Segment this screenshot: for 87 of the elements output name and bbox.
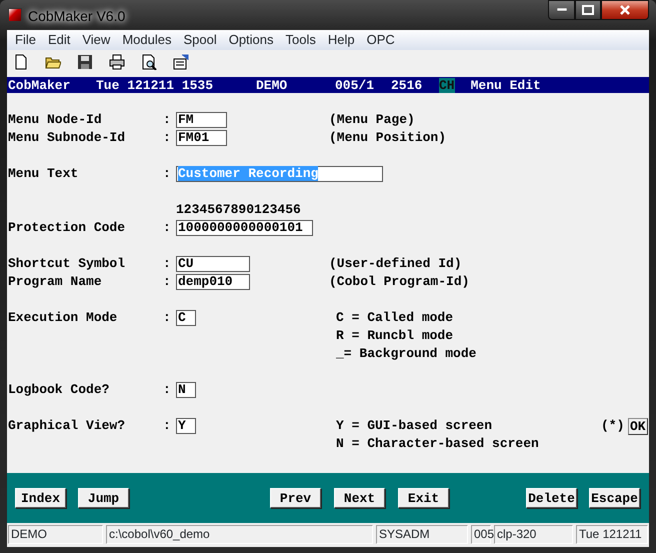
menu-item[interactable]: Tools [280,30,322,50]
window-title: CobMaker V6.0 [28,7,126,26]
input-field[interactable]: Y [176,418,196,434]
field-hint: (Menu Page) [329,111,415,129]
menu-item[interactable]: Edit [42,30,76,50]
colon-separator: : [163,165,172,183]
function-button[interactable]: Next [334,488,385,508]
input-field[interactable]: C [176,310,196,326]
field-label: Graphical View? [8,417,126,435]
menu-item[interactable]: View [76,30,116,50]
status-cell: SYSADM [376,525,468,544]
field-label: Shortcut Symbol [8,255,126,273]
input-field[interactable]: FM01 [176,130,227,146]
field-label: Execution Mode [8,309,118,327]
function-button[interactable]: Exit [398,488,449,508]
field-value: CU [178,256,194,271]
input-field[interactable]: CU [176,256,250,272]
menu-item[interactable]: OPC [360,30,401,50]
terminal-id: 005/1 [335,78,376,92]
field-label: Menu Subnode-Id [8,129,126,147]
input-field[interactable]: FM [176,112,227,128]
field-value: FM [178,112,194,127]
menu-item[interactable]: Modules [116,30,178,50]
close-icon [620,5,630,15]
legend-text: R = Runcbl mode [336,327,454,345]
field-hint: (Menu Position) [329,129,446,147]
input-field[interactable]: N [176,382,196,398]
user-name: DEMO [256,78,288,92]
function-button[interactable]: Jump [78,488,129,508]
status-cell: DEMO [8,525,103,544]
date-time: Tue 121211 1535 [96,78,214,92]
field-label: Protection Code [8,219,126,237]
colon-separator: : [163,219,172,237]
language-code: CH [439,78,455,92]
field-hint: (Cobol Program-Id) [329,273,470,291]
required-mark: (*) [601,417,624,435]
menu-item[interactable]: Options [222,30,280,50]
save-icon[interactable] [77,54,93,70]
maximize-button[interactable] [575,0,601,20]
maximize-icon [582,5,594,15]
field-label: Menu Text [8,165,80,183]
colon-separator: : [163,111,172,129]
field-label: Program Name [8,273,103,291]
status-cell: clp-320 [494,525,573,544]
colon-separator: : [163,417,172,435]
status-cell: Tue 121211 [576,525,648,544]
input-field[interactable]: demp010 [176,274,250,290]
printer-icon[interactable] [109,54,125,70]
colon-separator: : [163,309,172,327]
function-button[interactable]: Escape [589,488,640,508]
function-button[interactable]: Index [15,488,66,508]
function-button[interactable]: Delete [526,488,577,508]
status-cell: 005 [471,525,491,544]
function-button[interactable]: Prev [270,488,321,508]
field-label: Logbook Code? [8,381,110,399]
field-label: Menu Node-Id [8,111,103,129]
close-button[interactable] [601,0,649,20]
menu-item[interactable]: Spool [177,30,223,50]
legend-text: N = Character-based screen [336,435,539,453]
status-cell: c:\cobol\v60_demo [106,525,373,544]
field-value: Customer Recording [178,166,318,181]
legend-text: _= Background mode [336,345,476,363]
field-value: demp010 [178,274,233,289]
menu-item[interactable]: Help [322,30,361,50]
field-value: C [178,310,186,325]
field-hint: (User-defined Id) [329,255,462,273]
column-ruler: 1234567890123456 [176,201,301,219]
field-value: Y [178,418,186,433]
field-value: N [178,382,186,397]
minimize-button[interactable] [548,0,575,20]
screen-mode: Menu Edit [470,78,541,92]
app-icon [8,8,22,22]
colon-separator: : [163,255,172,273]
legend-text: C = Called mode [336,309,454,327]
field-value: FM01 [178,130,210,145]
colon-separator: : [163,381,172,399]
colon-separator: : [163,129,172,147]
ok-button[interactable]: OK [628,418,648,434]
minimize-icon [556,8,566,12]
legend-text: Y = GUI-based screen [336,417,492,435]
menu-item[interactable]: File [9,30,42,50]
properties-icon[interactable] [173,54,189,70]
new-file-icon[interactable] [13,54,29,70]
app-name: CobMaker [8,78,72,92]
print-preview-icon[interactable] [141,54,157,70]
session-number: 2516 [391,78,424,92]
colon-separator: : [163,273,172,291]
